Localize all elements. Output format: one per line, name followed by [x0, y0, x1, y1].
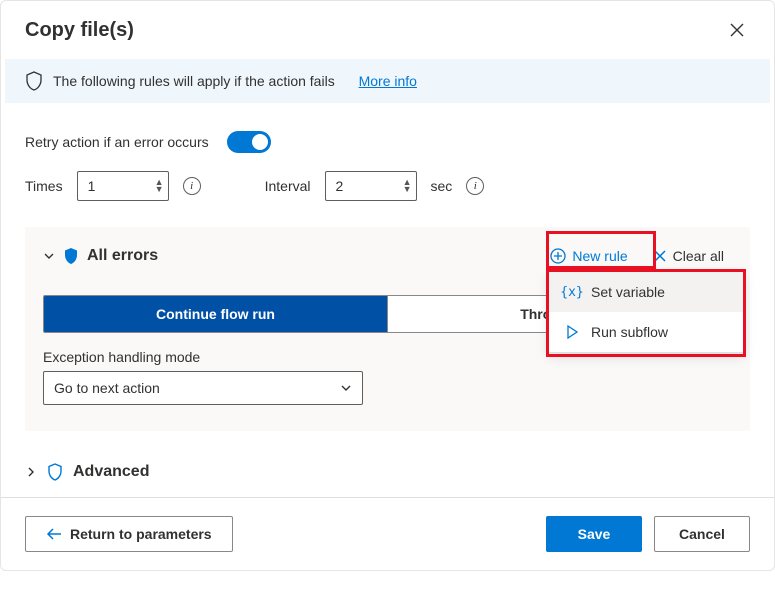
menu-item-set-variable[interactable]: {x} Set variable	[549, 272, 743, 312]
exception-mode-value: Go to next action	[54, 380, 160, 396]
interval-unit: sec	[431, 178, 453, 194]
chevron-down-icon[interactable]	[43, 250, 55, 262]
braces-x-icon: {x}	[563, 285, 581, 300]
retry-label: Retry action if an error occurs	[25, 134, 209, 150]
all-errors-block: All errors New rule Clear all	[25, 227, 750, 431]
menu-item-run-subflow[interactable]: Run subflow	[549, 312, 743, 352]
new-rule-dropdown: {x} Set variable Run subflow	[548, 271, 744, 353]
times-label: Times	[25, 178, 63, 194]
interval-spinner[interactable]: ▲▼	[403, 179, 412, 193]
close-icon[interactable]	[724, 17, 750, 43]
info-bar: The following rules will apply if the ac…	[5, 59, 770, 103]
chevron-down-icon	[340, 382, 352, 394]
shield-icon	[63, 247, 79, 265]
exception-mode-select[interactable]: Go to next action	[43, 371, 363, 405]
interval-input[interactable]: 2 ▲▼	[325, 171, 417, 201]
times-spinner[interactable]: ▲▼	[155, 179, 164, 193]
info-bar-text: The following rules will apply if the ac…	[53, 73, 335, 89]
new-rule-label: New rule	[572, 248, 627, 264]
retry-section: Retry action if an error occurs Times 1 …	[1, 103, 774, 209]
dialog-copy-files: Copy file(s) The following rules will ap…	[0, 0, 775, 571]
x-icon	[653, 249, 667, 263]
save-button[interactable]: Save	[546, 516, 642, 552]
shield-icon	[25, 71, 43, 91]
dialog-header: Copy file(s)	[1, 1, 774, 51]
shield-icon	[47, 463, 63, 481]
clear-all-button[interactable]: Clear all	[645, 242, 732, 270]
interval-value: 2	[336, 178, 344, 194]
segment-continue-flow[interactable]: Continue flow run	[44, 296, 387, 332]
return-to-parameters-button[interactable]: Return to parameters	[25, 516, 233, 552]
dialog-title: Copy file(s)	[25, 19, 134, 42]
more-info-link[interactable]: More info	[359, 73, 417, 89]
arrow-left-icon	[46, 527, 62, 541]
dialog-footer: Return to parameters Save Cancel	[1, 497, 774, 570]
times-input[interactable]: 1 ▲▼	[77, 171, 169, 201]
chevron-right-icon	[25, 466, 37, 478]
times-value: 1	[88, 178, 96, 194]
interval-label: Interval	[265, 178, 311, 194]
all-errors-header: All errors New rule Clear all	[43, 241, 732, 271]
times-info-icon[interactable]: i	[183, 177, 201, 195]
plus-circle-icon	[550, 248, 566, 264]
clear-all-label: Clear all	[673, 248, 724, 264]
new-rule-button[interactable]: New rule	[539, 241, 638, 271]
play-icon	[563, 325, 581, 339]
return-label: Return to parameters	[70, 526, 212, 542]
cancel-button[interactable]: Cancel	[654, 516, 750, 552]
advanced-row[interactable]: Advanced	[25, 463, 750, 481]
menu-item-set-variable-label: Set variable	[591, 284, 665, 300]
all-errors-title: All errors	[87, 247, 158, 265]
menu-item-run-subflow-label: Run subflow	[591, 324, 668, 340]
interval-info-icon[interactable]: i	[466, 177, 484, 195]
advanced-title: Advanced	[73, 463, 149, 481]
retry-toggle[interactable]	[227, 131, 271, 153]
